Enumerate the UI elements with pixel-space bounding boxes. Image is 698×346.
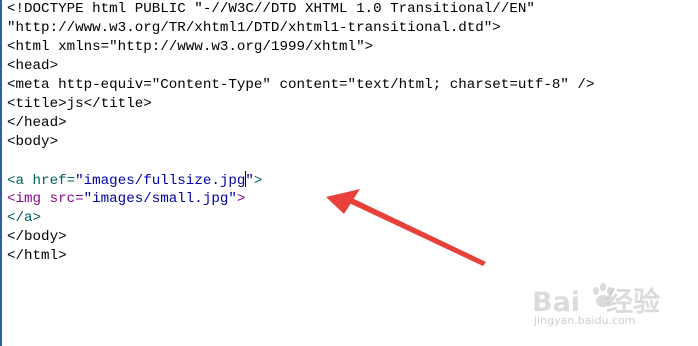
- code-token: "images/fullsize.jpg": [75, 171, 254, 189]
- code-line[interactable]: <a href="images/fullsize.jpg">: [7, 171, 594, 190]
- code-text-area[interactable]: <!DOCTYPE html PUBLIC "-//W3C//DTD XHTML…: [7, 0, 594, 266]
- code-token: <title>js</title>: [7, 96, 152, 112]
- code-token: <a href=: [7, 173, 76, 189]
- code-token: </head>: [7, 115, 67, 131]
- code-line[interactable]: <meta http-equiv="Content-Type" content=…: [7, 76, 594, 95]
- code-token: <body>: [7, 134, 59, 150]
- watermark-url: jingyan.baidu.com: [534, 314, 636, 327]
- code-line[interactable]: <!DOCTYPE html PUBLIC "-//W3C//DTD XHTML…: [7, 0, 594, 19]
- code-token: </html>: [7, 248, 67, 264]
- code-token: "images/small.jpg": [83, 191, 237, 207]
- code-line[interactable]: ​: [7, 152, 594, 171]
- code-line[interactable]: </body>: [7, 228, 594, 247]
- code-line[interactable]: </head>: [7, 114, 594, 133]
- code-token-part: "images/fullsize.jpg: [75, 173, 246, 189]
- code-line[interactable]: </html>: [7, 247, 594, 266]
- code-token: "http://www.w3.org/TR/xhtml1/DTD/xhtml1-…: [7, 20, 501, 36]
- code-token-part: ": [245, 173, 254, 189]
- code-token: >: [236, 191, 246, 207]
- paw-icon: [593, 283, 613, 307]
- code-line[interactable]: <img src="images/small.jpg">: [7, 190, 594, 209]
- code-token: </body>: [7, 229, 67, 245]
- code-token: <html xmlns="http://www.w3.org/1999/xhtm…: [7, 39, 374, 55]
- code-token: <img src=: [7, 191, 84, 207]
- code-token: <meta http-equiv="Content-Type" content=…: [7, 77, 595, 93]
- code-line[interactable]: <head>: [7, 57, 594, 76]
- code-token: <!DOCTYPE html PUBLIC "-//W3C//DTD XHTML…: [7, 1, 535, 17]
- code-line[interactable]: "http://www.w3.org/TR/xhtml1/DTD/xhtml1-…: [7, 19, 594, 38]
- code-line[interactable]: <title>js</title>: [7, 95, 594, 114]
- code-token: </a>: [7, 210, 42, 226]
- code-token: <head>: [7, 58, 59, 74]
- code-line[interactable]: <html xmlns="http://www.w3.org/1999/xhtm…: [7, 38, 594, 57]
- baidu-jingyan-watermark: Bai 经验 jingyan.baidu.com: [532, 280, 682, 335]
- code-line[interactable]: <body>: [7, 133, 594, 152]
- code-line[interactable]: </a>: [7, 209, 594, 228]
- code-token: >: [253, 173, 263, 189]
